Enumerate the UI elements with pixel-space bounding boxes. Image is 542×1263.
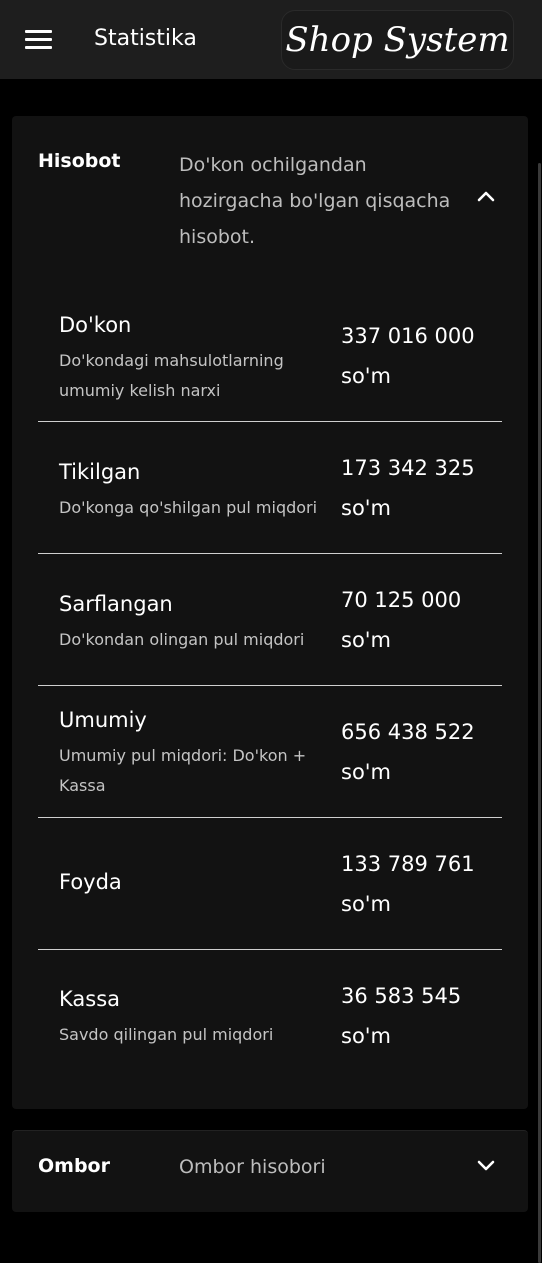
report-title: Hisobot [38, 150, 121, 172]
row-description: Do'kondan olingan pul miqdori [59, 630, 305, 649]
report-panel-header[interactable]: Hisobot Do'kon ochilgandan hozirgacha bo… [12, 116, 528, 266]
row-value: 656 438 522 so'm [341, 712, 491, 792]
report-description: Do'kon ochilgandan hozirgacha bo'lgan qi… [179, 154, 451, 248]
row-unit: so'm [341, 1024, 392, 1048]
chevron-up-icon[interactable] [476, 186, 496, 206]
stock-panel: Ombor Ombor hisobori [12, 1130, 528, 1212]
stock-description: Ombor hisobori [179, 1156, 326, 1178]
row-name: Umumiy [59, 708, 147, 732]
row-unit: so'm [341, 760, 392, 784]
page-title: Statistika [94, 26, 197, 51]
row-unit: so'm [341, 364, 392, 388]
report-row-foyda: Foyda 133 789 761 so'm [38, 818, 502, 950]
row-name: Sarflangan [59, 592, 173, 616]
row-unit: so'm [341, 892, 392, 916]
hamburger-menu-icon[interactable] [25, 30, 53, 50]
report-row-tikilgan: Tikilgan Do'konga qo'shilgan pul miqdori… [38, 422, 502, 554]
row-name: Kassa [59, 987, 121, 1011]
report-row-kassa: Kassa Savdo qilingan pul miqdori 36 583 … [38, 950, 502, 1082]
row-amount: 656 438 522 [341, 720, 475, 744]
row-value: 173 342 325 so'm [341, 448, 491, 528]
row-name: Foyda [59, 870, 122, 894]
row-name: Tikilgan [59, 460, 141, 484]
row-value: 36 583 545 so'm [341, 976, 491, 1056]
row-amount: 70 125 000 [341, 588, 462, 612]
row-description: Savdo qilingan pul miqdori [59, 1025, 274, 1044]
row-amount: 36 583 545 [341, 984, 462, 1008]
row-value: 70 125 000 so'm [341, 580, 491, 660]
row-amount: 173 342 325 [341, 456, 475, 480]
row-amount: 133 789 761 [341, 852, 475, 876]
row-amount: 337 016 000 [341, 324, 475, 348]
row-name: Do'kon [59, 313, 132, 337]
row-unit: so'm [341, 628, 392, 652]
report-panel: Hisobot Do'kon ochilgandan hozirgacha bo… [12, 116, 528, 1109]
row-description: Umumiy pul miqdori: Do'kon + Kassa [59, 746, 307, 795]
report-row-umumiy: Umumiy Umumiy pul miqdori: Do'kon + Kass… [38, 686, 502, 818]
row-unit: so'm [341, 496, 392, 520]
app-bar: Statistika Shop System [0, 0, 542, 79]
stock-title: Ombor [38, 1155, 110, 1177]
row-description: Do'konga qo'shilgan pul miqdori [59, 498, 318, 517]
report-row-dokon: Do'kon Do'kondagi mahsulotlarning umumiy… [38, 290, 502, 422]
stock-panel-header[interactable]: Ombor Ombor hisobori [12, 1131, 528, 1201]
brand-logo: Shop System [281, 10, 514, 70]
row-value: 133 789 761 so'm [341, 844, 491, 924]
chevron-down-icon[interactable] [476, 1155, 496, 1175]
scrollbar-thumb[interactable] [538, 163, 541, 1263]
report-row-sarflangan: Sarflangan Do'kondan olingan pul miqdori… [38, 554, 502, 686]
row-description: Do'kondagi mahsulotlarning umumiy kelish… [59, 351, 284, 400]
scrollbar[interactable] [537, 79, 542, 1263]
row-value: 337 016 000 so'm [341, 316, 491, 396]
